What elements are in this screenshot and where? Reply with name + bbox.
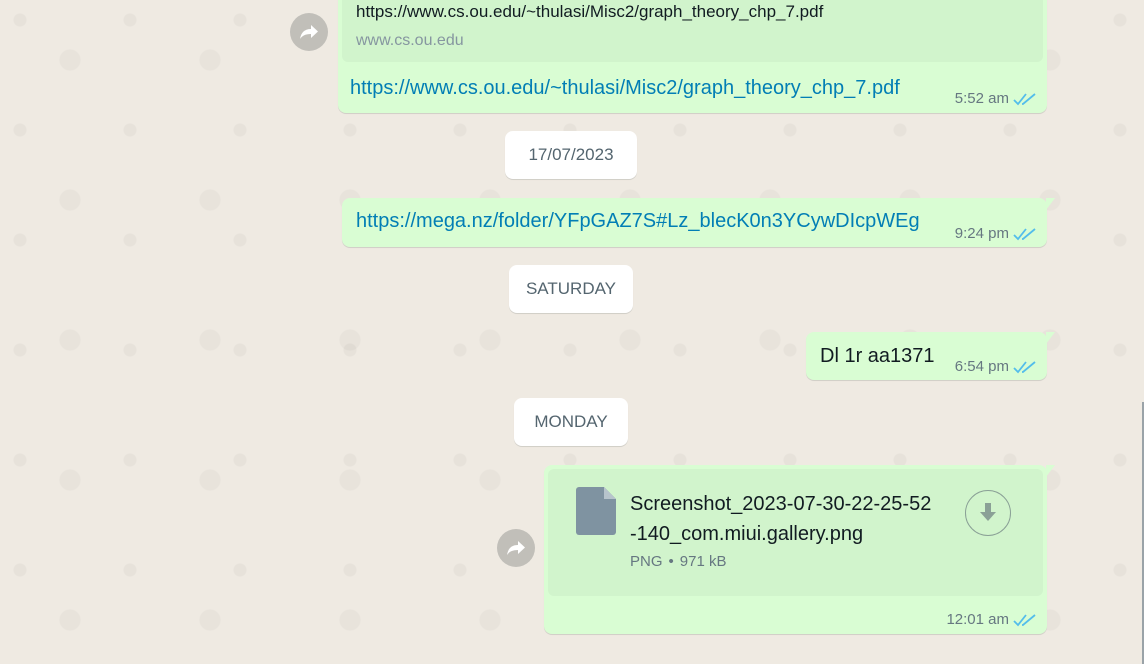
message-time: 5:52 am — [954, 90, 1009, 107]
document-meta: PNG • 971 kB — [630, 553, 726, 570]
double-tick-icon — [1013, 92, 1036, 105]
document-card[interactable]: Screenshot_2023-07-30-22-25-52 -140_com.… — [548, 469, 1043, 596]
message-bubble-link-preview[interactable]: https://www.cs.ou.edu/~thulasi/Misc2/gra… — [338, 0, 1047, 113]
message-bubble-document[interactable]: Screenshot_2023-07-30-22-25-52 -140_com.… — [544, 465, 1055, 634]
message-bubble-text[interactable]: Dl 1r aa1371 6:54 pm — [806, 332, 1055, 380]
document-file-size: 971 kB — [679, 553, 727, 570]
forward-icon — [300, 25, 318, 39]
document-file-type: PNG — [630, 553, 663, 570]
download-icon — [980, 503, 996, 521]
double-tick-icon — [1013, 360, 1036, 373]
double-tick-icon — [1013, 227, 1036, 240]
download-button[interactable] — [965, 490, 1011, 536]
document-file-name-continued: -140_com.miui.gallery.png — [630, 523, 864, 545]
forward-icon — [507, 541, 525, 555]
message-bubble-link[interactable]: https://mega.nz/folder/YFpGAZ7S#Lz_blecK… — [342, 198, 1055, 247]
double-tick-icon — [1013, 613, 1036, 626]
link-preview-title: https://www.cs.ou.edu/~thulasi/Misc2/gra… — [356, 2, 824, 21]
document-file-name: Screenshot_2023-07-30-22-25-52 — [630, 493, 932, 515]
link-preview-domain: www.cs.ou.edu — [356, 32, 464, 49]
message-text: Dl 1r aa1371 — [820, 345, 935, 367]
message-meta: 6:54 pm — [955, 358, 1037, 375]
date-separator: MONDAY — [514, 398, 628, 446]
message-time: 12:01 am — [946, 611, 1009, 628]
message-meta: 9:24 pm — [955, 225, 1037, 242]
forward-button[interactable] — [497, 529, 535, 567]
message-time: 9:24 pm — [954, 225, 1009, 242]
message-link[interactable]: https://mega.nz/folder/YFpGAZ7S#Lz_blecK… — [356, 210, 920, 233]
meta-separator-dot: • — [668, 553, 674, 570]
date-separator: SATURDAY — [509, 265, 633, 313]
message-time: 6:54 pm — [954, 358, 1009, 375]
forward-button[interactable] — [290, 13, 328, 51]
message-meta: 5:52 am — [955, 90, 1037, 107]
document-icon — [576, 487, 616, 535]
date-separator: 17/07/2023 — [505, 131, 637, 179]
message-link[interactable]: https://www.cs.ou.edu/~thulasi/Misc2/gra… — [350, 77, 900, 100]
link-preview-card[interactable]: https://www.cs.ou.edu/~thulasi/Misc2/gra… — [342, 0, 1043, 62]
message-meta: 12:01 am — [946, 611, 1037, 628]
